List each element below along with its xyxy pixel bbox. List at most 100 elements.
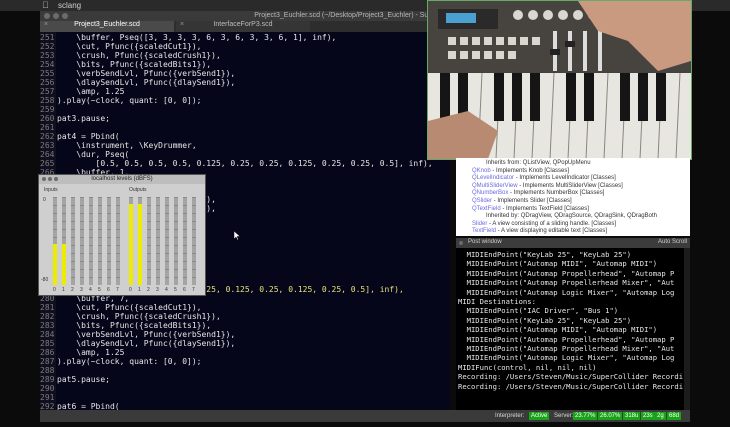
meter-tick — [174, 229, 178, 230]
zoom-window-icon[interactable] — [62, 13, 68, 19]
input-level-meter — [98, 197, 102, 285]
help-entry-text: - A view displaying editable text [Class… — [496, 228, 608, 235]
server-synths[interactable]: 23s — [641, 412, 655, 420]
server-synthdefs[interactable]: 68d — [667, 412, 682, 420]
post-window[interactable]: MIDIEndPoint("KeyLab 25", "KeyLab 25") M… — [456, 248, 690, 410]
help-class-link[interactable]: QLevelIndicator — [472, 175, 514, 181]
meter-tick — [192, 221, 196, 222]
post-line: MIDIEndPoint("Automap Propellerhead", "A… — [458, 334, 675, 344]
meter-tick — [147, 229, 151, 230]
auto-scroll-toggle[interactable]: Auto Scroll — [658, 239, 687, 245]
code-text: pat5.pause; — [57, 375, 110, 384]
line-number: 292 — [40, 402, 55, 410]
channel-number: 6 — [183, 287, 186, 293]
meter-tick — [174, 237, 178, 238]
code-text: ).play(~clock, quant: [0, 0]); — [57, 96, 202, 105]
server-ugens[interactable]: 318u — [623, 412, 641, 420]
meter-tick — [183, 221, 187, 222]
minimize-window-icon[interactable] — [48, 177, 52, 181]
close-window-icon[interactable] — [44, 13, 50, 19]
help-entry-text: - Implements Knob [Classes] — [490, 167, 570, 174]
post-line: MIDIEndPoint("Automap MIDI", "Automap MI… — [458, 325, 658, 335]
meter-tick — [53, 213, 57, 214]
meter-tick — [98, 197, 102, 198]
help-entry: Inherits from: QListView, QPopUpMenu — [486, 160, 591, 166]
meter-tick — [183, 229, 187, 230]
help-class-link[interactable]: QKnob — [472, 168, 491, 174]
tab-project3-euchler[interactable]: × Project3_Euchler.scd — [40, 21, 174, 32]
meter-tick — [156, 245, 160, 246]
meter-tick — [98, 229, 102, 230]
help-class-link[interactable]: Slider — [472, 221, 487, 227]
interpreter-status-badge[interactable]: Active — [529, 412, 550, 420]
meter-tick — [80, 277, 84, 278]
meter-tick — [98, 277, 102, 278]
app-menu[interactable]: sclang — [58, 1, 81, 10]
meter-tick — [174, 221, 178, 222]
minimize-window-icon[interactable] — [53, 13, 59, 19]
meter-tick — [147, 253, 151, 254]
help-browser[interactable]: Inherits from: QListView, QPopUpMenu QKno… — [456, 158, 690, 236]
server-cpu-avg[interactable]: 23.77% — [573, 412, 598, 420]
meter-tick — [71, 253, 75, 254]
code-text: pat6 = Pbind( — [57, 402, 120, 410]
post-window-title: Post window — [468, 239, 502, 245]
meter-tick — [138, 197, 142, 198]
meter-tick — [116, 245, 120, 246]
help-class-link[interactable]: TextField — [472, 228, 496, 234]
document-tabs: × Project3_Euchler.scd × InterfaceForP3.… — [40, 21, 450, 32]
tab-interface-for-p3[interactable]: × InterfaceForP3.scd — [176, 21, 310, 32]
meter-tick — [53, 205, 57, 206]
post-line: Recording: /Users/Steven/Music/SuperColl… — [458, 381, 684, 391]
help-entry: QKnob - Implements Knob [Classes] — [472, 168, 569, 174]
server-cpu-peak[interactable]: 26.07% — [598, 412, 623, 420]
help-entry: Inherited by: QDragView, QDragSource, QD… — [486, 213, 657, 219]
help-class-link[interactable]: QNumberBox — [472, 190, 508, 196]
help-entry: Slider - A view consisting of a sliding … — [472, 221, 616, 227]
meter-tick — [192, 213, 196, 214]
close-post-icon[interactable] — [459, 241, 463, 245]
input-level-meter — [80, 197, 84, 285]
meter-tick — [80, 221, 84, 222]
help-class-link[interactable]: QSlider — [472, 198, 492, 204]
output-level-meter — [192, 197, 196, 285]
channel-number: 1 — [138, 287, 141, 293]
meter-tick — [183, 261, 187, 262]
post-scrollbar[interactable] — [684, 248, 690, 410]
meter-tick — [156, 269, 160, 270]
help-class-link[interactable]: QTextField — [472, 206, 501, 212]
code-text: ).play(~clock, quant: [0, 0]); — [57, 357, 202, 366]
help-entry: QTextField - Implements TextField [Class… — [472, 206, 589, 212]
meter-tick — [116, 213, 120, 214]
help-entry-text: - A view consisting of a sliding handle.… — [487, 220, 617, 227]
meter-tick — [192, 261, 196, 262]
levels-window[interactable]: localhost levels (dBFS) Inputs Outputs 0… — [38, 174, 206, 296]
zoom-window-icon[interactable] — [54, 177, 58, 181]
close-tab-icon[interactable]: × — [44, 21, 48, 28]
meter-tick — [192, 277, 196, 278]
help-class-link[interactable]: QMultiSliderView — [472, 183, 518, 189]
meter-tick — [80, 269, 84, 270]
meter-tick — [156, 221, 160, 222]
help-entry-text: - Implements LevelIndicator [Classes] — [514, 175, 616, 182]
help-entry-text: - Implements TextField [Classes] — [500, 205, 589, 212]
meter-tick — [156, 261, 160, 262]
meter-tick — [192, 269, 196, 270]
meter-tick — [156, 205, 160, 206]
apple-menu-icon[interactable]:  — [42, 0, 49, 10]
status-bar: Interpreter: Active Server: 23.77% 26.07… — [40, 410, 690, 422]
meter-tick — [107, 245, 111, 246]
meter-tick — [89, 253, 93, 254]
channel-number: 7 — [192, 287, 195, 293]
meter-tick — [174, 261, 178, 262]
close-tab-icon[interactable]: × — [180, 21, 184, 28]
meter-tick — [116, 261, 120, 262]
server-groups[interactable]: 2g — [655, 412, 666, 420]
post-line: MIDIEndPoint("KeyLab 25", "KeyLab 25") — [458, 315, 632, 325]
meter-tick — [107, 269, 111, 270]
meter-tick — [165, 237, 169, 238]
meter-tick — [62, 229, 66, 230]
interpreter-label: Interpreter: — [495, 413, 525, 419]
close-window-icon[interactable] — [42, 177, 46, 181]
meter-tick — [89, 213, 93, 214]
